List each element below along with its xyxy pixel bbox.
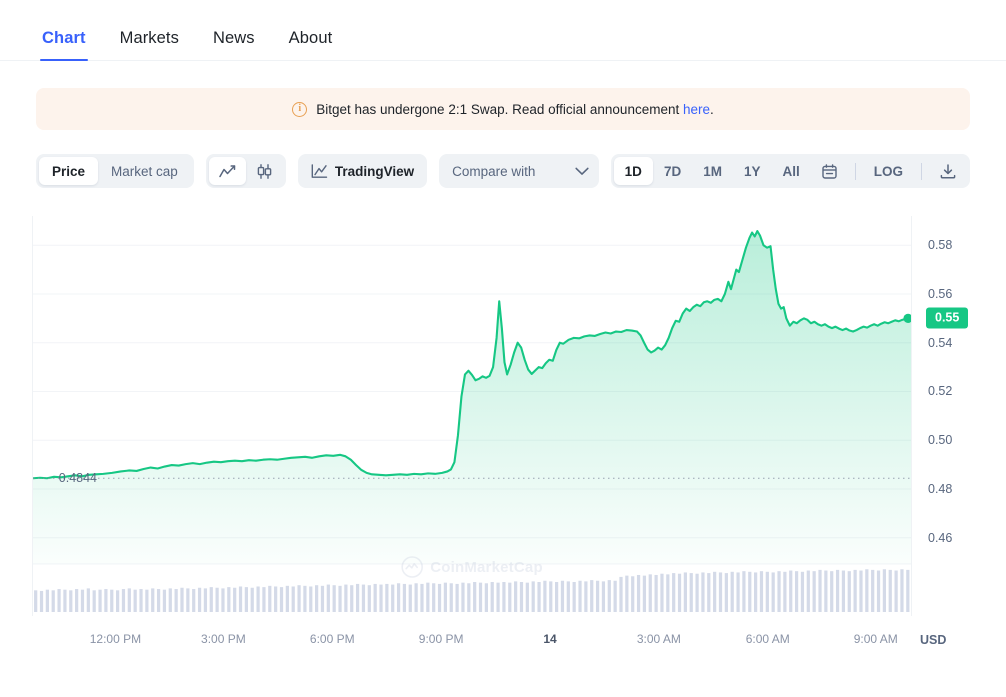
tab-news[interactable]: News [213, 29, 255, 60]
currency-label: USD [920, 633, 947, 647]
chart-type-toggle-group [205, 154, 286, 188]
metric-marketcap-button[interactable]: Market cap [98, 157, 191, 185]
tab-bar: Chart Markets News About [0, 0, 1006, 61]
x-axis-tick-label: 12:00 PM [89, 632, 142, 646]
y-axis-tick-label: 0.54 [928, 335, 953, 350]
y-axis-tick-label: 0.48 [928, 481, 953, 496]
tradingview-button[interactable]: TradingView [297, 154, 428, 188]
x-axis-tick-label: 9:00 AM [853, 632, 898, 646]
y-axis-tick-label: 0.46 [928, 530, 953, 545]
announcement-link[interactable]: here [683, 102, 710, 117]
x-axis-tick-label: 6:00 AM [745, 632, 790, 646]
announcement-text: Bitget has undergone 2:1 Swap. Read offi… [316, 102, 714, 117]
time-range-group: 1D 7D 1M 1Y All LOG [610, 154, 970, 188]
range-1m-button[interactable]: 1M [692, 157, 733, 185]
range-1d-button[interactable]: 1D [613, 157, 653, 185]
x-axis-tick-label: 3:00 PM [201, 632, 246, 646]
baseline-price-label: 0.4844 [58, 471, 97, 486]
announcement-period: . [710, 101, 714, 117]
y-axis-tick-label: 0.52 [928, 384, 953, 399]
x-axis-tick-label: 14 [543, 632, 557, 646]
chart-toolbar: Price Market cap TradingView Compare wit… [0, 130, 1006, 188]
candlestick-chart-icon[interactable] [246, 157, 283, 185]
announcement-message: Bitget has undergone 2:1 Swap. Read offi… [316, 101, 683, 117]
current-price-badge: 0.55 [926, 307, 969, 329]
y-axis-labels: 0.58 0.56 0.54 0.52 0.50 0.48 0.46 0.55 [920, 216, 1006, 616]
log-scale-button[interactable]: LOG [863, 157, 914, 185]
y-axis-tick-label: 0.56 [928, 286, 953, 301]
x-axis-labels: 12:00 PM 3:00 PM 6:00 PM 9:00 PM 14 3:00 AM 6:… [32, 620, 912, 650]
y-axis-tick-label: 0.50 [928, 433, 953, 448]
price-chart[interactable]: CoinMarketCap 0.4844 0.58 0.56 0.54 0.52 0.5… [0, 216, 1006, 647]
toolbar-divider-1 [854, 162, 856, 180]
x-axis-tick-label: 6:00 PM [309, 632, 355, 646]
tradingview-icon [311, 163, 328, 179]
info-circle-icon: i [292, 101, 308, 117]
chart-canvas [33, 230, 911, 612]
x-axis-tick-label: 3:00 AM [636, 632, 681, 646]
tab-markets[interactable]: Markets [120, 29, 179, 60]
toolbar-divider-2 [921, 162, 922, 180]
line-chart-icon[interactable] [208, 157, 246, 185]
chart-plot-area[interactable]: CoinMarketCap 0.4844 [32, 216, 912, 616]
announcement-banner-wrapper: i Bitget has undergone 2:1 Swap. Read of… [0, 61, 1006, 130]
chevron-down-icon [575, 167, 589, 176]
tradingview-label: TradingView [334, 163, 415, 179]
metric-price-button[interactable]: Price [39, 157, 99, 185]
download-icon[interactable] [929, 157, 967, 185]
range-7d-button[interactable]: 7D [653, 157, 692, 185]
metric-toggle-group: Price Market cap [36, 154, 194, 188]
announcement-banner: i Bitget has undergone 2:1 Swap. Read of… [36, 88, 970, 130]
range-1y-button[interactable]: 1Y [733, 157, 772, 185]
range-all-button[interactable]: All [771, 157, 810, 185]
tab-chart[interactable]: Chart [40, 29, 88, 61]
y-axis-tick-label: 0.58 [928, 238, 953, 253]
calendar-icon[interactable] [811, 157, 848, 185]
compare-with-label: Compare with [452, 163, 536, 179]
x-axis-tick-label: 9:00 PM [418, 632, 464, 646]
tab-about[interactable]: About [289, 29, 333, 60]
compare-with-dropdown[interactable]: Compare with [439, 154, 599, 188]
